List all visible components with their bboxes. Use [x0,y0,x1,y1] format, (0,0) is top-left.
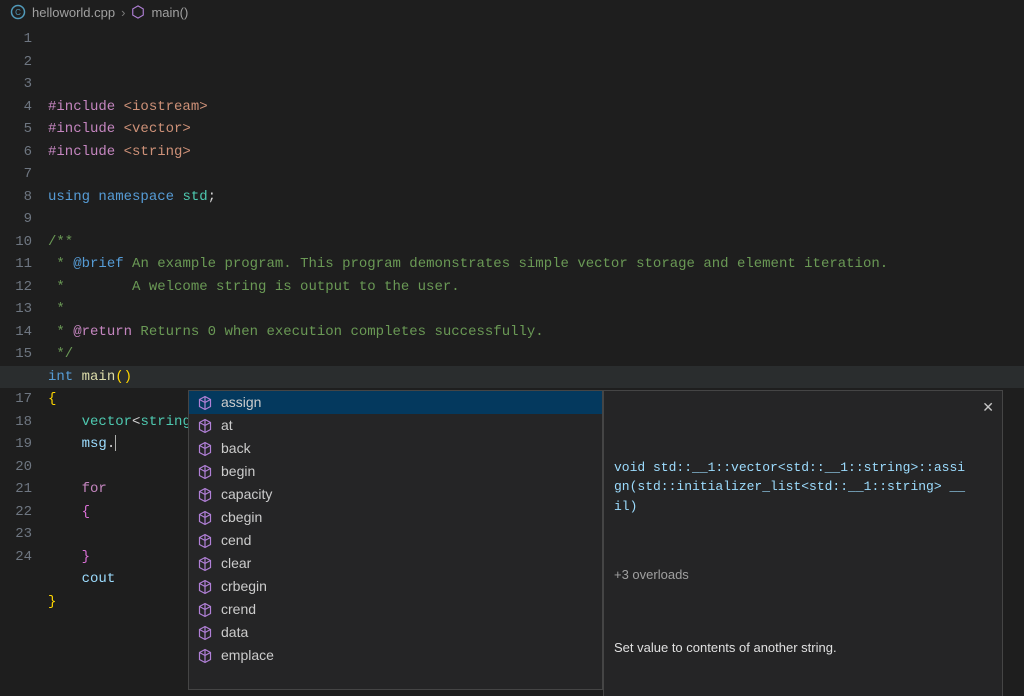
svg-text:C: C [15,8,21,17]
method-icon [197,602,213,618]
method-icon [197,556,213,572]
autocomplete-item[interactable]: crend [189,598,602,621]
line-number: 21 [0,478,32,501]
cpp-file-icon: C [10,4,26,20]
code-line[interactable]: */ [48,343,1024,366]
code-line[interactable]: using namespace std; [48,186,1024,209]
autocomplete-item[interactable]: at [189,414,602,437]
autocomplete-item-label: at [221,414,233,437]
code-line[interactable]: /** [48,231,1024,254]
line-number: 9 [0,208,32,231]
line-number: 3 [0,73,32,96]
code-line[interactable]: #include <iostream> [48,96,1024,119]
editor-root: C helloworld.cpp › main() 12345678910111… [0,0,1024,696]
autocomplete-item-label: crbegin [221,575,267,598]
line-number: 22 [0,501,32,524]
code-line[interactable]: * A welcome string is output to the user… [48,276,1024,299]
line-number: 17 [0,388,32,411]
autocomplete-item-label: begin [221,460,255,483]
code-line[interactable] [48,208,1024,231]
method-icon [197,464,213,480]
autocomplete-item-label: back [221,437,251,460]
text-cursor [115,435,116,451]
method-icon [197,487,213,503]
line-number: 13 [0,298,32,321]
line-number: 11 [0,253,32,276]
method-icon [197,579,213,595]
breadcrumb-symbol[interactable]: main() [151,5,188,20]
method-icon [197,533,213,549]
method-icon [197,510,213,526]
autocomplete-item-label: clear [221,552,251,575]
code-line[interactable]: * @return Returns 0 when execution compl… [48,321,1024,344]
close-icon[interactable]: ✕ [982,397,994,418]
autocomplete-item-label: assign [221,391,261,414]
autocomplete-item[interactable]: cbegin [189,506,602,529]
line-number: 1 [0,28,32,51]
code-area[interactable]: #include <iostream>#include <vector>#inc… [48,24,1024,696]
autocomplete-item-label: emplace [221,644,274,667]
method-icon [197,648,213,664]
method-icon [197,418,213,434]
autocomplete-item-label: cbegin [221,506,262,529]
line-number: 2 [0,51,32,74]
doc-description: Set value to contents of another string. [614,638,972,658]
line-number: 10 [0,231,32,254]
autocomplete-item[interactable]: capacity [189,483,602,506]
code-line[interactable]: #include <string> [48,141,1024,164]
autocomplete-item-label: cend [221,529,251,552]
line-number: 14 [0,321,32,344]
line-number: 18 [0,411,32,434]
code-line[interactable] [48,163,1024,186]
line-number: 12 [0,276,32,299]
line-number: 7 [0,163,32,186]
line-number: 23 [0,523,32,546]
autocomplete-item[interactable]: clear [189,552,602,575]
autocomplete-item[interactable]: data [189,621,602,644]
autocomplete-item[interactable]: back [189,437,602,460]
code-line[interactable]: * [48,298,1024,321]
code-editor[interactable]: 123456789101112131415161718192021222324 … [0,24,1024,696]
autocomplete-item[interactable]: cend [189,529,602,552]
line-number: 20 [0,456,32,479]
breadcrumbs[interactable]: C helloworld.cpp › main() [0,0,1024,24]
autocomplete-item[interactable]: begin [189,460,602,483]
autocomplete-item-label: data [221,621,248,644]
line-number: 6 [0,141,32,164]
code-line[interactable]: #include <vector> [48,118,1024,141]
method-icon [197,441,213,457]
method-icon [197,625,213,641]
autocomplete-item-label: capacity [221,483,272,506]
line-number: 4 [0,96,32,119]
autocomplete-doc: ✕ void std::__1::vector<std::__1::string… [603,390,1003,696]
method-icon [131,5,145,19]
code-line[interactable]: * @brief An example program. This progra… [48,253,1024,276]
autocomplete-item[interactable]: emplace [189,644,602,667]
line-number: 5 [0,118,32,141]
line-number: 19 [0,433,32,456]
autocomplete-list[interactable]: assignatbackbegincapacitycbegincendclear… [188,390,603,690]
autocomplete-item[interactable]: crbegin [189,575,602,598]
autocomplete-item[interactable]: assign [189,391,602,414]
line-number: 8 [0,186,32,209]
line-number: 15 [0,343,32,366]
doc-overloads: +3 overloads [614,565,972,585]
chevron-right-icon: › [121,5,125,20]
breadcrumb-file[interactable]: helloworld.cpp [32,5,115,20]
line-number-gutter: 123456789101112131415161718192021222324 [0,24,48,696]
autocomplete-item-label: crend [221,598,256,621]
method-icon [197,395,213,411]
line-number: 24 [0,546,32,569]
doc-signature: void std::__1::vector<std::__1::string>:… [614,458,972,517]
code-line[interactable]: int main() [48,366,1024,389]
autocomplete-popup: assignatbackbegincapacitycbegincendclear… [188,390,1003,696]
